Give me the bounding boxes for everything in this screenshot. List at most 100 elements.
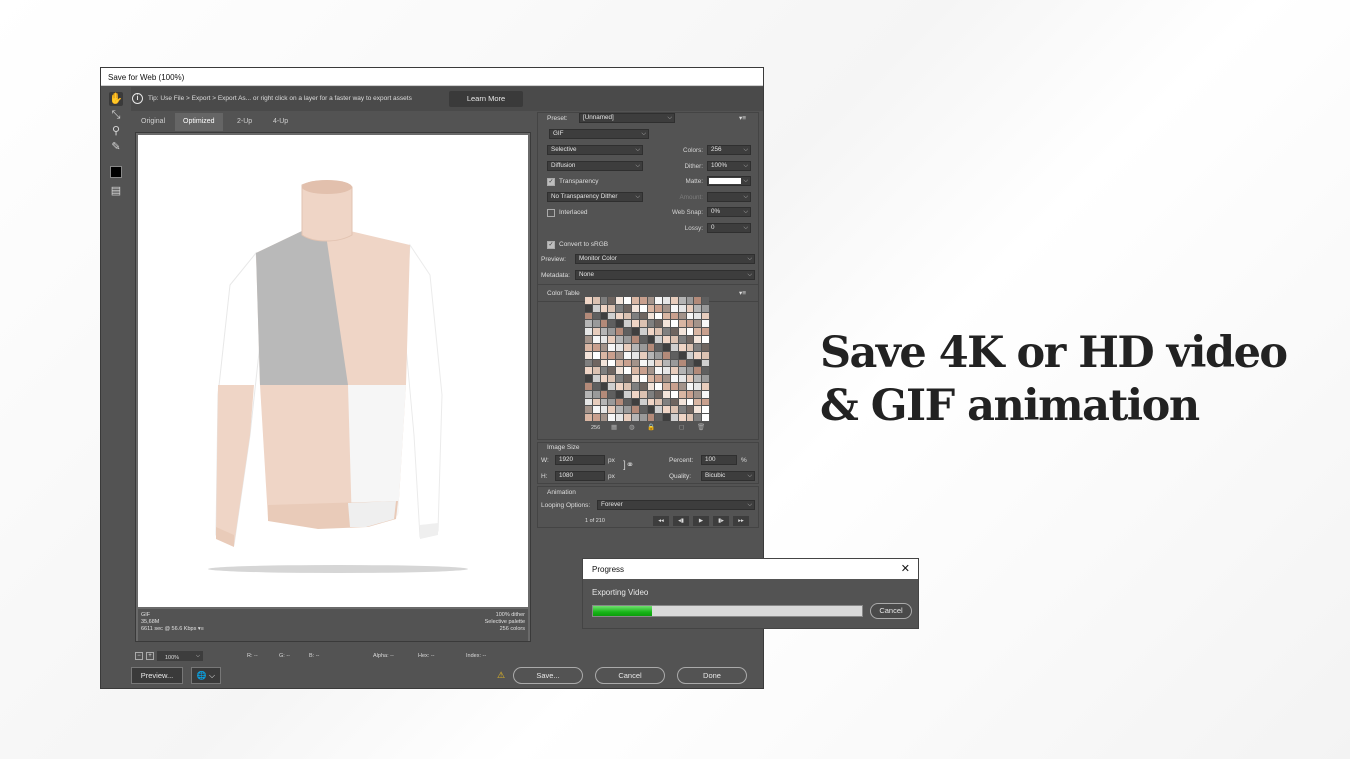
color-swatch[interactable]	[616, 336, 624, 343]
color-swatch[interactable]	[600, 304, 608, 312]
zoom-select[interactable]: 100% ⌵	[157, 651, 203, 661]
color-swatch[interactable]	[678, 375, 686, 382]
color-swatch[interactable]	[585, 328, 592, 336]
color-swatch[interactable]	[702, 351, 709, 359]
color-swatch[interactable]	[616, 343, 624, 351]
preview-mode-select[interactable]: Monitor Color ⌵	[575, 254, 755, 264]
color-swatch[interactable]	[592, 351, 600, 359]
color-swatch[interactable]	[686, 382, 694, 390]
color-swatch[interactable]	[592, 398, 600, 406]
color-swatch[interactable]	[694, 367, 702, 375]
color-swatch[interactable]	[608, 351, 616, 359]
color-swatch[interactable]	[600, 312, 608, 320]
color-swatch[interactable]	[585, 304, 592, 312]
color-swatch[interactable]	[655, 304, 663, 312]
color-swatch[interactable]	[608, 336, 616, 343]
quality-select[interactable]: Bicubic ⌵	[701, 471, 755, 481]
color-swatch[interactable]	[694, 328, 702, 336]
preset-select[interactable]: [Unnamed] ⌵	[579, 113, 675, 123]
color-swatch[interactable]	[647, 297, 655, 304]
color-swatch[interactable]	[686, 336, 694, 343]
color-swatch[interactable]	[631, 343, 639, 351]
color-swatch[interactable]	[631, 398, 639, 406]
color-swatch[interactable]	[647, 359, 655, 367]
color-swatch[interactable]	[694, 351, 702, 359]
color-swatch[interactable]	[702, 375, 709, 382]
color-swatch[interactable]	[647, 390, 655, 398]
color-swatch[interactable]	[624, 375, 631, 382]
color-swatch[interactable]	[670, 336, 678, 343]
color-swatch[interactable]	[670, 375, 678, 382]
slice-select-icon[interactable]: ⤡	[109, 108, 123, 122]
color-swatch[interactable]	[608, 414, 616, 421]
next-frame-button[interactable]: ▮▸	[713, 516, 729, 526]
color-swatch[interactable]	[694, 297, 702, 304]
color-swatch[interactable]	[631, 414, 639, 421]
color-swatch[interactable]	[686, 312, 694, 320]
color-swatch[interactable]	[624, 320, 631, 328]
color-swatch[interactable]	[655, 336, 663, 343]
color-swatch[interactable]	[663, 304, 670, 312]
color-swatch[interactable]	[624, 351, 631, 359]
done-button[interactable]: Done	[677, 667, 747, 684]
color-swatch[interactable]	[647, 382, 655, 390]
color-swatch[interactable]	[639, 359, 647, 367]
color-swatch[interactable]	[600, 343, 608, 351]
color-swatch[interactable]	[670, 359, 678, 367]
color-swatch[interactable]	[663, 312, 670, 320]
color-swatch[interactable]	[686, 406, 694, 414]
color-swatch[interactable]	[592, 359, 600, 367]
color-swatch[interactable]	[678, 343, 686, 351]
hand-tool-icon[interactable]: ✋	[109, 92, 123, 106]
width-input[interactable]: 1920	[555, 455, 605, 465]
color-swatch[interactable]	[663, 320, 670, 328]
color-swatch[interactable]	[592, 367, 600, 375]
color-swatch[interactable]	[585, 320, 592, 328]
color-swatch[interactable]	[678, 297, 686, 304]
color-swatch[interactable]	[702, 414, 709, 421]
color-swatch[interactable]	[655, 367, 663, 375]
color-swatch[interactable]	[694, 320, 702, 328]
color-swatch[interactable]	[624, 297, 631, 304]
color-swatch[interactable]	[702, 390, 709, 398]
color-swatch[interactable]	[647, 343, 655, 351]
color-swatch[interactable]	[608, 304, 616, 312]
color-swatch[interactable]	[585, 367, 592, 375]
color-swatch[interactable]	[631, 328, 639, 336]
color-swatch[interactable]	[608, 398, 616, 406]
color-swatch[interactable]	[631, 320, 639, 328]
color-swatch[interactable]	[678, 382, 686, 390]
color-swatch[interactable]	[600, 297, 608, 304]
color-swatch[interactable]	[631, 406, 639, 414]
color-swatch[interactable]	[631, 367, 639, 375]
color-swatch[interactable]	[639, 398, 647, 406]
amount-input[interactable]: ⌵	[707, 192, 751, 202]
color-swatch[interactable]	[624, 398, 631, 406]
color-swatch[interactable]	[670, 320, 678, 328]
color-swatch[interactable]	[686, 359, 694, 367]
color-swatch[interactable]	[600, 375, 608, 382]
color-swatch[interactable]	[678, 312, 686, 320]
color-swatch[interactable]	[678, 304, 686, 312]
color-swatch[interactable]	[600, 398, 608, 406]
color-swatch[interactable]	[694, 359, 702, 367]
color-swatch[interactable]	[616, 390, 624, 398]
reduction-select[interactable]: Selective ⌵	[547, 145, 643, 155]
preview-canvas[interactable]	[138, 135, 528, 607]
color-swatch[interactable]	[647, 336, 655, 343]
colors-input[interactable]: 256 ⌵	[707, 145, 751, 155]
color-swatch[interactable]	[663, 375, 670, 382]
color-swatch[interactable]	[608, 367, 616, 375]
color-swatch[interactable]	[600, 382, 608, 390]
color-swatch[interactable]	[639, 382, 647, 390]
metadata-select[interactable]: None ⌵	[575, 270, 755, 280]
color-swatch[interactable]	[592, 320, 600, 328]
color-swatch[interactable]	[702, 398, 709, 406]
color-swatch[interactable]	[639, 390, 647, 398]
color-swatch[interactable]	[608, 406, 616, 414]
zoom-out-button[interactable]: −	[135, 652, 143, 660]
color-swatch[interactable]	[655, 343, 663, 351]
color-swatch[interactable]	[686, 328, 694, 336]
color-swatch[interactable]	[600, 414, 608, 421]
color-swatch[interactable]	[585, 398, 592, 406]
